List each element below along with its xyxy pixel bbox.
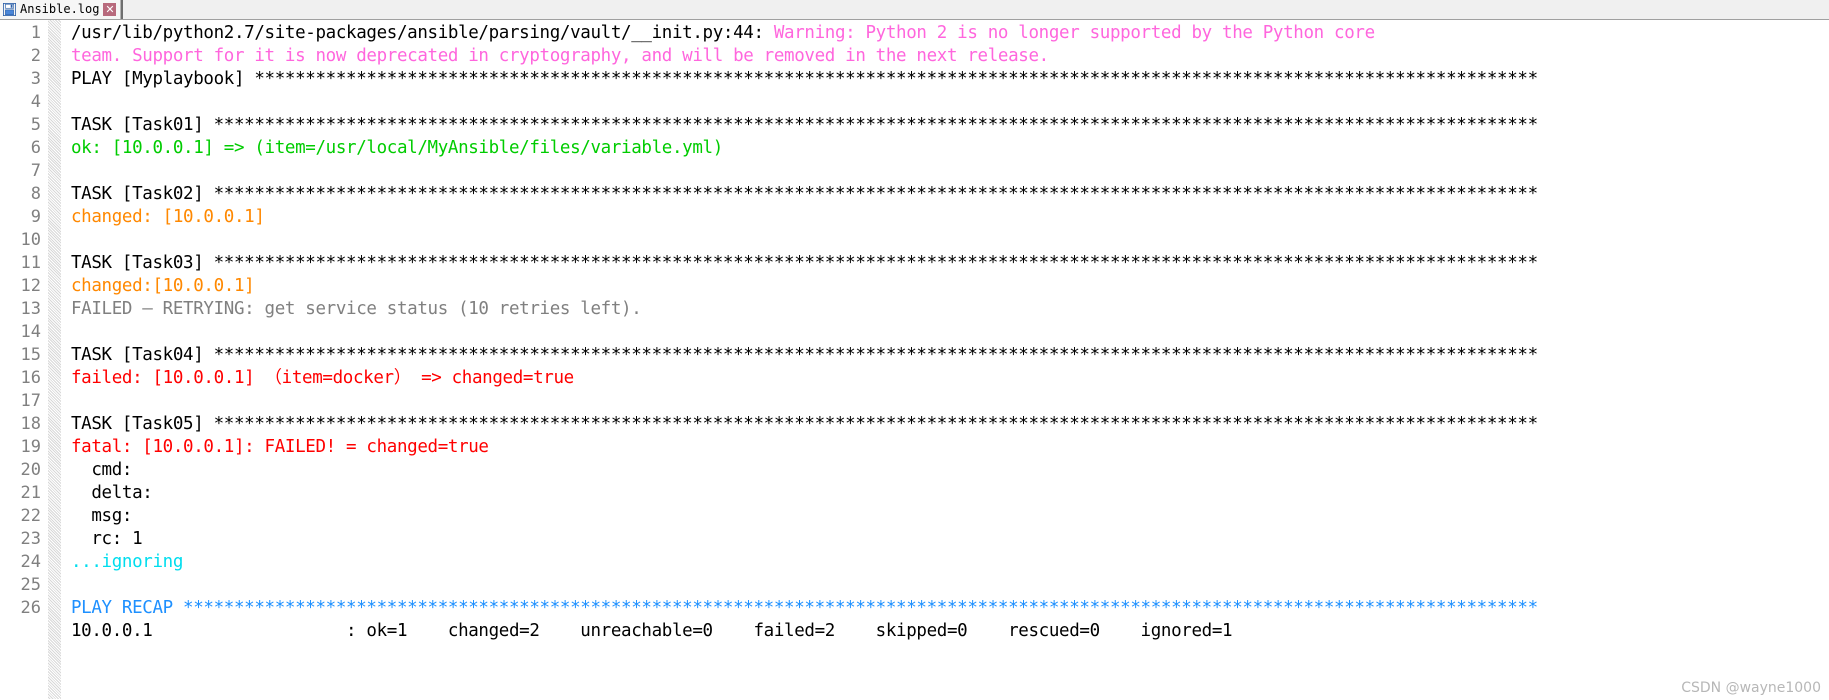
log-segment: TASK [Task02] **************************… xyxy=(71,184,1538,204)
line-number: 3 xyxy=(30,69,41,89)
log-line[interactable]: changed:[10.0.0.1] xyxy=(71,275,1829,298)
log-line[interactable]: ...ignoring xyxy=(71,551,1829,574)
log-line[interactable]: msg: xyxy=(71,505,1829,528)
line-number: 18 xyxy=(20,414,41,434)
log-segment: team. Support for it is now deprecated i… xyxy=(71,46,1049,66)
log-segment: /usr/lib/python2.7/site-packages/ansible… xyxy=(71,23,774,43)
line-number: 21 xyxy=(20,483,41,503)
log-segment: ok: [10.0.0.1] => (item=/usr/local/MyAns… xyxy=(71,138,723,158)
log-line[interactable]: /usr/lib/python2.7/site-packages/ansible… xyxy=(71,22,1829,45)
log-line[interactable]: TASK [Task02] **************************… xyxy=(71,183,1829,206)
line-number: 23 xyxy=(20,529,41,549)
log-line[interactable]: cmd: xyxy=(71,459,1829,482)
log-line[interactable]: team. Support for it is now deprecated i… xyxy=(71,45,1829,68)
line-number: 13 xyxy=(20,299,41,319)
line-number: 20 xyxy=(20,460,41,480)
line-number: 16 xyxy=(20,368,41,388)
log-line[interactable] xyxy=(71,390,1829,413)
log-line[interactable]: failed: [10.0.0.1] （item=docker） => chan… xyxy=(71,367,1829,390)
log-segment: TASK [Task03] **************************… xyxy=(71,253,1538,273)
log-segment: TASK [Task01] **************************… xyxy=(71,115,1538,135)
log-segment: TASK [Task05] **************************… xyxy=(71,414,1538,434)
line-number: 7 xyxy=(30,161,41,181)
log-segment: Warning: Python 2 is no longer supported… xyxy=(773,23,1375,43)
log-line[interactable]: FAILED – RETRYING: get service status (1… xyxy=(71,298,1829,321)
editor-area[interactable]: 1 2 3 4 5 6 7 8 9 10 11 12 13 14 15 16 17 18 19 20 21 22 23 24 2… xyxy=(0,20,1829,699)
line-number: 9 xyxy=(30,207,41,227)
log-segment: delta: xyxy=(71,483,153,503)
log-content[interactable]: /usr/lib/python2.7/site-packages/ansible… xyxy=(62,20,1829,699)
line-number: 26 xyxy=(20,598,41,618)
log-segment: PLAY RECAP *****************************… xyxy=(71,598,1538,618)
log-line[interactable]: rc: 1 xyxy=(71,528,1829,551)
line-number: 6 xyxy=(30,138,41,158)
log-segment: FAILED – RETRYING: get service status (1… xyxy=(71,299,642,319)
log-line[interactable] xyxy=(71,160,1829,183)
line-number: 5 xyxy=(30,115,41,135)
log-segment: fatal: [10.0.0.1]: FAILED! = changed=tru… xyxy=(71,437,489,457)
line-number: 14 xyxy=(20,322,41,342)
line-number: 1 xyxy=(30,23,41,43)
log-segment: changed: [10.0.0.1] xyxy=(71,207,265,227)
line-number: 2 xyxy=(30,46,41,66)
log-segment: changed:[10.0.0.1] xyxy=(71,276,255,296)
tab-ansible-log[interactable]: Ansible.log ✕ xyxy=(0,0,122,19)
log-line[interactable]: PLAY RECAP *****************************… xyxy=(71,597,1829,620)
line-number-gutter: 1 2 3 4 5 6 7 8 9 10 11 12 13 14 15 16 17 18 19 20 21 22 23 24 2… xyxy=(0,20,48,699)
log-segment: failed: [10.0.0.1] （item=docker） => chan… xyxy=(71,368,574,388)
fold-margin[interactable] xyxy=(48,20,62,699)
tab-bar: Ansible.log ✕ xyxy=(0,0,1829,20)
line-number: 15 xyxy=(20,345,41,365)
line-number: 24 xyxy=(20,552,41,572)
log-line[interactable]: delta: xyxy=(71,482,1829,505)
log-line[interactable] xyxy=(71,91,1829,114)
line-number: 22 xyxy=(20,506,41,526)
save-floppy-icon xyxy=(3,3,16,16)
line-number: 17 xyxy=(20,391,41,411)
tab-caret xyxy=(121,0,124,19)
log-line[interactable] xyxy=(71,321,1829,344)
log-segment: TASK [Task04] **************************… xyxy=(71,345,1538,365)
log-line[interactable]: TASK [Task04] **************************… xyxy=(71,344,1829,367)
log-segment: cmd: xyxy=(71,460,133,480)
line-number: 12 xyxy=(20,276,41,296)
log-line[interactable]: TASK [Task03] **************************… xyxy=(71,252,1829,275)
line-number: 10 xyxy=(20,230,41,250)
log-line[interactable]: ok: [10.0.0.1] => (item=/usr/local/MyAns… xyxy=(71,137,1829,160)
log-line[interactable]: 10.0.0.1 : ok=1 changed=2 unreachable=0 … xyxy=(71,620,1829,643)
log-segment: 10.0.0.1 : ok=1 changed=2 unreachable=0 … xyxy=(71,621,1233,641)
log-line[interactable]: PLAY [Myplaybook] **********************… xyxy=(71,68,1829,91)
log-line[interactable]: fatal: [10.0.0.1]: FAILED! = changed=tru… xyxy=(71,436,1829,459)
log-line[interactable]: changed: [10.0.0.1] xyxy=(71,206,1829,229)
log-segment: msg: xyxy=(71,506,133,526)
line-number: 4 xyxy=(30,92,41,112)
close-icon[interactable]: ✕ xyxy=(103,3,117,16)
log-line[interactable]: TASK [Task05] **************************… xyxy=(71,413,1829,436)
line-number: 25 xyxy=(20,575,41,595)
log-line[interactable] xyxy=(71,229,1829,252)
log-line[interactable] xyxy=(71,574,1829,597)
log-segment: ...ignoring xyxy=(71,552,184,572)
line-number: 11 xyxy=(20,253,41,273)
tab-label: Ansible.log xyxy=(20,2,100,16)
line-number: 19 xyxy=(20,437,41,457)
log-segment: rc: 1 xyxy=(71,529,143,549)
line-number: 8 xyxy=(30,184,41,204)
log-segment: PLAY [Myplaybook] **********************… xyxy=(71,69,1538,89)
log-line[interactable]: TASK [Task01] **************************… xyxy=(71,114,1829,137)
